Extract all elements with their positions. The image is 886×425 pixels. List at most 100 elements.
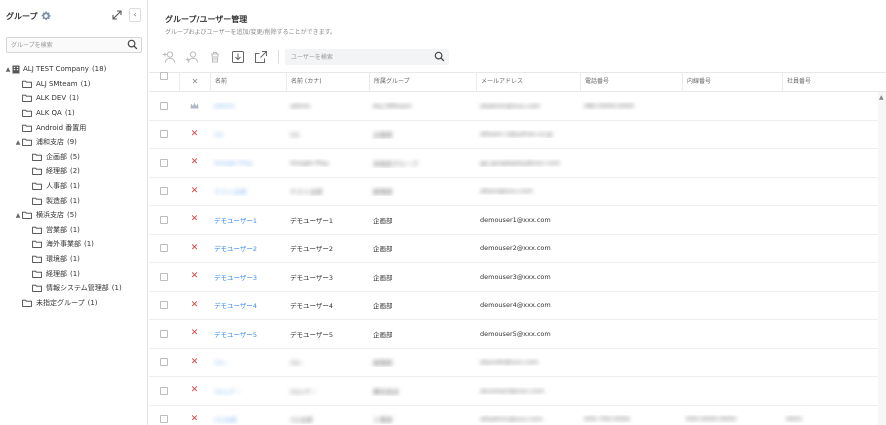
row-checkbox[interactable] — [160, 415, 168, 424]
tree-item[interactable]: 製造部 (1) — [4, 193, 146, 208]
select-all-checkbox[interactable] — [160, 72, 168, 80]
header-emp[interactable]: 社員番号 — [782, 72, 886, 92]
user-name-link[interactable]: admin — [214, 102, 234, 110]
tree-item[interactable]: 経理部 (2) — [4, 164, 146, 179]
delete-user-icon[interactable]: ✕ — [191, 187, 199, 196]
user-name-link[interactable]: ﾃｽﾄ太郎 — [214, 416, 237, 424]
header-tel[interactable]: 電話番号 — [580, 72, 682, 92]
user-name-link[interactable]: デモユーザー4 — [214, 302, 257, 310]
delete-user-icon[interactable]: ✕ — [191, 244, 199, 253]
download-icon[interactable] — [230, 49, 246, 65]
delete-user-icon[interactable]: ✕ — [191, 215, 199, 224]
table-row[interactable]: ✕ デモユーザー4 デモユーザー4 企画部 demouser4@xxx.com — [149, 292, 886, 320]
search-icon[interactable] — [127, 39, 138, 50]
delete-user-icon[interactable]: ✕ — [191, 358, 199, 367]
tree-item[interactable]: Android 番置用 — [4, 120, 146, 135]
user-name-link[interactable]: テスト太郎 — [214, 188, 247, 196]
row-checkbox[interactable] — [160, 386, 168, 395]
user-email: altadmin@xxx.com — [480, 415, 543, 424]
row-checkbox[interactable] — [160, 158, 168, 167]
user-kana: デモユーザー5 — [290, 330, 334, 339]
add-user-icon[interactable] — [161, 49, 177, 65]
row-checkbox[interactable] — [160, 244, 168, 253]
tree-item[interactable]: 企画部 (5) — [4, 150, 146, 165]
cell-name: Google Play — [210, 159, 286, 167]
table-row[interactable]: ✕ デモユーザー2 デモユーザー2 企画部 demouser2@xxx.com — [149, 235, 886, 263]
user-name-link[interactable]: デモユーザー2 — [214, 245, 257, 253]
delete-user-icon[interactable]: ✕ — [191, 386, 199, 395]
row-checkbox[interactable] — [160, 130, 168, 139]
export-icon[interactable] — [253, 49, 269, 65]
tree-item[interactable]: 情報システム管理部 (1) — [4, 281, 146, 296]
tree-toggle-icon[interactable]: ▲ — [14, 139, 22, 146]
tree-item[interactable]: ALJ SMteam (1) — [4, 77, 146, 92]
header-ext[interactable]: 内線番号 — [682, 72, 782, 92]
folder-icon — [22, 124, 32, 132]
table-row[interactable]: ✕ テスト太郎 テスト太郎 経理部 altaro@xxx.com — [149, 178, 886, 206]
tree-item-count: (1) — [87, 298, 98, 307]
delete-icon[interactable] — [207, 49, 223, 65]
add-user-to-group-icon[interactable] — [184, 49, 200, 65]
tree-item[interactable]: ALK DEV (1) — [4, 91, 146, 106]
row-checkbox[interactable] — [160, 272, 168, 281]
gear-icon[interactable] — [40, 10, 52, 22]
table-row[interactable]: ✕ デモユーザー3 デモユーザー3 企画部 demouser3@xxx.com — [149, 263, 886, 292]
user-name-link[interactable]: ﾃｽﾄ — [214, 131, 224, 139]
user-name-link[interactable]: Google Play — [214, 159, 253, 167]
table-row[interactable]: ✕ ﾃｽﾄ太郎 ﾃｽﾄ太郎 人事部 altadmin@xxx.com 000-700-00… — [149, 406, 886, 425]
cell-kana: デモユーザー4 — [286, 300, 369, 310]
cell-name: デモユーザー4 — [210, 300, 286, 310]
tree-item[interactable]: ▲ 浦和支店 (9) — [4, 135, 146, 150]
scroll-up-icon[interactable]: ▲ — [879, 94, 884, 101]
table-row[interactable]: ✕ ﾃｽﾄｰ ﾃｽﾄｰ 経理部 alyouth@xxx.com — [149, 349, 886, 377]
tree-item[interactable]: ▲ 横浜支店 (5) — [4, 208, 146, 223]
user-name-link[interactable]: ﾃｽﾄｰ — [214, 359, 227, 367]
delete-user-icon[interactable]: ✕ — [191, 130, 199, 139]
table-scrollbar[interactable]: ▲ — [878, 92, 886, 425]
user-search-input[interactable] — [285, 49, 425, 65]
row-checkbox[interactable] — [160, 187, 168, 196]
row-checkbox[interactable] — [160, 101, 168, 110]
tree-item[interactable]: 営業部 (1) — [4, 223, 146, 238]
header-name[interactable]: 名前 — [210, 72, 286, 92]
tree-toggle-icon[interactable]: ▲ — [14, 212, 22, 219]
user-name-link[interactable]: デモユーザー3 — [214, 274, 257, 282]
delete-user-icon[interactable]: ✕ — [191, 415, 199, 424]
table-row[interactable]: ✕ デモユーザー5 デモユーザー5 企画部 demouser5@xxx.com — [149, 320, 886, 349]
delete-user-icon[interactable]: ✕ — [191, 272, 199, 281]
tree-item[interactable]: 海外事業部 (1) — [4, 237, 146, 252]
search-icon[interactable] — [434, 51, 445, 62]
group-search-input[interactable] — [7, 38, 125, 52]
tree-toggle-icon[interactable]: ▲ — [4, 66, 12, 73]
row-checkbox[interactable] — [160, 215, 168, 224]
table-row[interactable]: ✕ Google Play Google Play 未指定グループ gp.googlep… — [149, 149, 886, 178]
header-kana[interactable]: 名前 (カナ) — [286, 72, 369, 92]
user-name-link[interactable]: デモユーザー1 — [214, 217, 257, 225]
table-row[interactable]: ✕ ﾃｽﾄ ﾃｽﾄ 企画部 alteam-1@yahoo.co.jp — [149, 121, 886, 149]
tree-item[interactable]: 未指定グループ (1) — [4, 296, 146, 311]
table-row[interactable]: admin admin ALJ SMteam aladmin@xxx.com 080-0… — [149, 92, 886, 121]
row-checkbox[interactable] — [160, 358, 168, 367]
tree-item-count: (1) — [64, 109, 75, 118]
row-checkbox[interactable] — [160, 301, 168, 310]
header-group[interactable]: 所属グループ — [369, 72, 476, 92]
tree-item[interactable]: ALK QA (1) — [4, 106, 146, 121]
user-ext: 000-0000-0000 — [686, 415, 737, 424]
tree-item[interactable]: 環境部 (1) — [4, 252, 146, 267]
user-name-link[interactable]: ﾃｽﾄﾕｰｻﾞｰ — [214, 388, 240, 396]
delete-user-icon[interactable]: ✕ — [191, 301, 199, 310]
cell-group: 企画部 — [369, 129, 476, 139]
tree-item[interactable]: 経理部 (1) — [4, 266, 146, 281]
cell-kana: admin — [286, 102, 369, 110]
table-row[interactable]: ✕ デモユーザー1 デモユーザー1 企画部 demouser1@xxx.com — [149, 206, 886, 235]
header-email[interactable]: メールアドレス — [476, 72, 580, 92]
user-name-link[interactable]: デモユーザー5 — [214, 331, 257, 339]
chevron-left-icon[interactable]: ‹ — [129, 8, 141, 22]
table-row[interactable]: ✕ ﾃｽﾄﾕｰｻﾞｰ ﾃｽﾄﾕｰｻﾞｰ 横浜支店 alcontact@xxx.com — [149, 377, 886, 406]
delete-user-icon[interactable]: ✕ — [191, 158, 199, 167]
expand-icon[interactable] — [111, 9, 123, 21]
delete-user-icon[interactable]: ✕ — [191, 329, 199, 338]
row-checkbox[interactable] — [160, 329, 168, 338]
tree-item[interactable]: 人事部 (1) — [4, 179, 146, 194]
tree-item[interactable]: ▲ ALJ TEST Company (18) — [4, 62, 146, 77]
